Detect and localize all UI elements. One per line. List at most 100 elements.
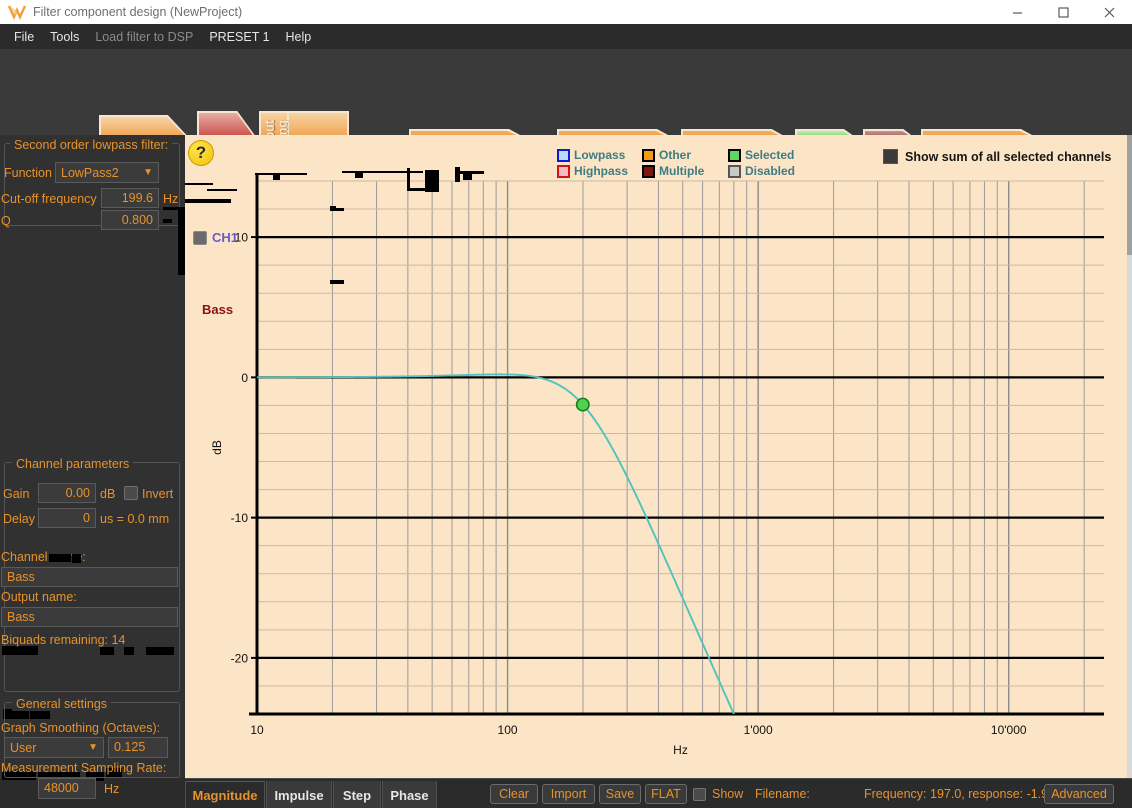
channel-gain-unit: dB [100, 487, 116, 501]
svg-text:-10: -10 [231, 511, 249, 525]
render-artifact [185, 183, 213, 185]
render-artifact [330, 280, 344, 284]
show-label: Show [712, 787, 744, 801]
channel-gain-input[interactable]: 0.00 [38, 483, 96, 503]
tab-magnitude-label: Magnitude [192, 788, 258, 803]
output-name-input[interactable]: Bass [1, 607, 178, 627]
import-button-label: Import [550, 787, 587, 801]
cutoff-unit: Hz [163, 192, 179, 206]
cutoff-label: Cut-off frequency [1, 192, 97, 206]
svg-text:-20: -20 [231, 651, 249, 665]
scrollbar-thumb[interactable] [1127, 135, 1132, 255]
show-checkbox[interactable] [693, 788, 706, 801]
graph-smoothing-label: Graph Smoothing (Octaves): [1, 721, 161, 735]
clear-button[interactable]: Clear [490, 784, 538, 804]
invert-checkbox[interactable] [124, 486, 138, 500]
graph-smoothing-value: User [10, 740, 37, 755]
invert-label: Invert [142, 487, 174, 501]
tab-step-label: Step [342, 787, 372, 803]
sampling-rate-input[interactable]: 48000 [38, 778, 96, 799]
render-artifact [330, 208, 344, 211]
menu-tools[interactable]: Tools [42, 27, 87, 47]
maximize-button[interactable] [1040, 0, 1086, 24]
render-artifact [124, 647, 134, 655]
render-artifact [425, 170, 439, 192]
render-artifact [455, 167, 460, 182]
magnitude-plot[interactable]: 100-10-2010 100 1'000 10'000HzdB [185, 135, 1127, 778]
advanced-button-label: Advanced [1051, 787, 1107, 801]
bottom-toolbar: Magnitude Impulse Step Phase Clear Impor… [185, 778, 1132, 808]
menu-file[interactable]: File [6, 27, 42, 47]
cutoff-value: 199.6 [121, 191, 153, 205]
render-artifact [255, 173, 307, 175]
channel-name-value: Bass [7, 570, 35, 584]
render-artifact [330, 206, 336, 208]
function-select[interactable]: LowPass2 ▼ [55, 162, 159, 183]
menu-help[interactable]: Help [278, 27, 320, 47]
channel-gain-label: Gain [3, 487, 30, 501]
svg-text:Hz: Hz [673, 743, 688, 757]
render-artifact [463, 173, 472, 180]
tab-magnitude[interactable]: Magnitude [185, 781, 265, 808]
chart-panel: ? Bass CH1 Lowpass Highpass Other Multip… [185, 135, 1127, 778]
menu-load-filter-to-dsp[interactable]: Load filter to DSP [87, 27, 201, 47]
app-logo-icon [7, 4, 27, 20]
signal-flow-diagram: Input EQ Outputrouting Bass Delay 0 us G… [0, 49, 1132, 171]
channel-delay-input[interactable]: 0 [38, 508, 96, 528]
vertical-scrollbar[interactable] [1127, 135, 1132, 778]
sampling-rate-label: Measurement Sampling Rate: [1, 761, 167, 775]
tab-phase-label: Phase [390, 787, 429, 803]
menu-bar: File Tools Load filter to DSP PRESET 1 H… [0, 24, 1132, 49]
sampling-rate-value: 48000 [44, 781, 79, 795]
render-artifact [273, 175, 280, 180]
channel-params-title: Channel parameters [12, 457, 134, 471]
filename-label: Filename: [755, 787, 810, 801]
menu-preset-1[interactable]: PRESET 1 [201, 27, 277, 47]
filter-group-title: Second order lowpass filter: [10, 138, 173, 152]
render-artifact [207, 189, 237, 191]
render-artifact [2, 646, 38, 655]
render-artifact [72, 554, 81, 563]
graph-smoothing-input[interactable]: 0.125 [108, 737, 168, 758]
render-artifact [49, 554, 71, 562]
svg-text:1'000: 1'000 [744, 723, 773, 737]
close-button[interactable] [1086, 0, 1132, 24]
render-artifact [355, 173, 363, 178]
window-titlebar: Filter component design (NewProject) [0, 0, 1132, 24]
render-artifact [407, 168, 410, 190]
flat-button[interactable]: FLAT [645, 784, 687, 804]
general-settings-title: General settings [12, 697, 112, 711]
channel-gain-value: 0.00 [65, 486, 90, 500]
advanced-button[interactable]: Advanced [1044, 784, 1114, 804]
channel-delay-value: 0 [83, 511, 90, 525]
import-button[interactable]: Import [542, 784, 595, 804]
output-name-value: Bass [7, 610, 35, 624]
save-button-label: Save [605, 787, 635, 801]
window-title: Filter component design (NewProject) [33, 5, 243, 19]
output-name-label: Output name: [1, 590, 77, 604]
tab-phase[interactable]: Phase [382, 781, 437, 808]
biquads-remaining-label: Biquads remaining: 14 [1, 633, 126, 647]
save-button[interactable]: Save [599, 784, 641, 804]
render-artifact [100, 647, 114, 655]
q-input[interactable]: 0.800 [101, 210, 159, 230]
channel-name-input[interactable]: Bass [1, 567, 178, 587]
clear-button-label: Clear [499, 787, 529, 801]
q-label: Q [1, 214, 11, 228]
svg-text:dB: dB [210, 440, 224, 455]
q-value: 0.800 [121, 213, 153, 227]
tab-impulse-label: Impulse [274, 787, 324, 803]
channel-delay-label: Delay [3, 512, 35, 526]
render-artifact [146, 647, 174, 655]
graph-smoothing-octaves: 0.125 [114, 740, 146, 754]
graph-smoothing-select[interactable]: User ▼ [4, 737, 104, 758]
render-artifact [379, 171, 423, 173]
left-sidebar: Second order lowpass filter: Function Lo… [0, 135, 185, 799]
tab-step[interactable]: Step [333, 781, 381, 808]
cutoff-input[interactable]: 199.6 [101, 188, 159, 208]
chevron-down-icon: ▼ [88, 742, 98, 753]
render-artifact [178, 207, 185, 275]
tab-impulse[interactable]: Impulse [266, 781, 332, 808]
minimize-button[interactable] [994, 0, 1040, 24]
chevron-down-icon: ▼ [143, 167, 153, 178]
